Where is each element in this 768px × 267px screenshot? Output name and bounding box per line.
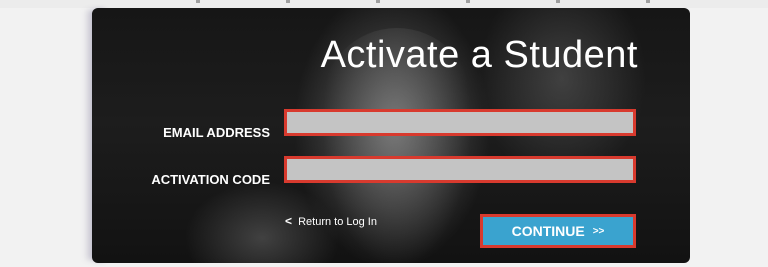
continue-button-label: CONTINUE [511, 223, 585, 239]
email-label: EMAIL ADDRESS [163, 125, 270, 140]
activation-code-label: ACTIVATION CODE [151, 172, 270, 187]
page-title: Activate a Student [320, 34, 638, 76]
email-field[interactable] [284, 109, 636, 136]
activation-panel: Activate a Student EMAIL ADDRESS ACTIVAT… [92, 8, 690, 263]
cropped-text-fragment [196, 0, 696, 3]
return-link-label: Return to Log In [298, 216, 377, 228]
double-chevron-right-icon: >> [592, 225, 605, 237]
activation-code-field[interactable] [284, 156, 636, 183]
return-to-login-link[interactable]: < Return to Log In [285, 214, 377, 228]
page-top-strip [0, 0, 768, 8]
continue-button[interactable]: CONTINUE >> [480, 214, 636, 248]
chevron-left-icon: < [285, 214, 293, 228]
